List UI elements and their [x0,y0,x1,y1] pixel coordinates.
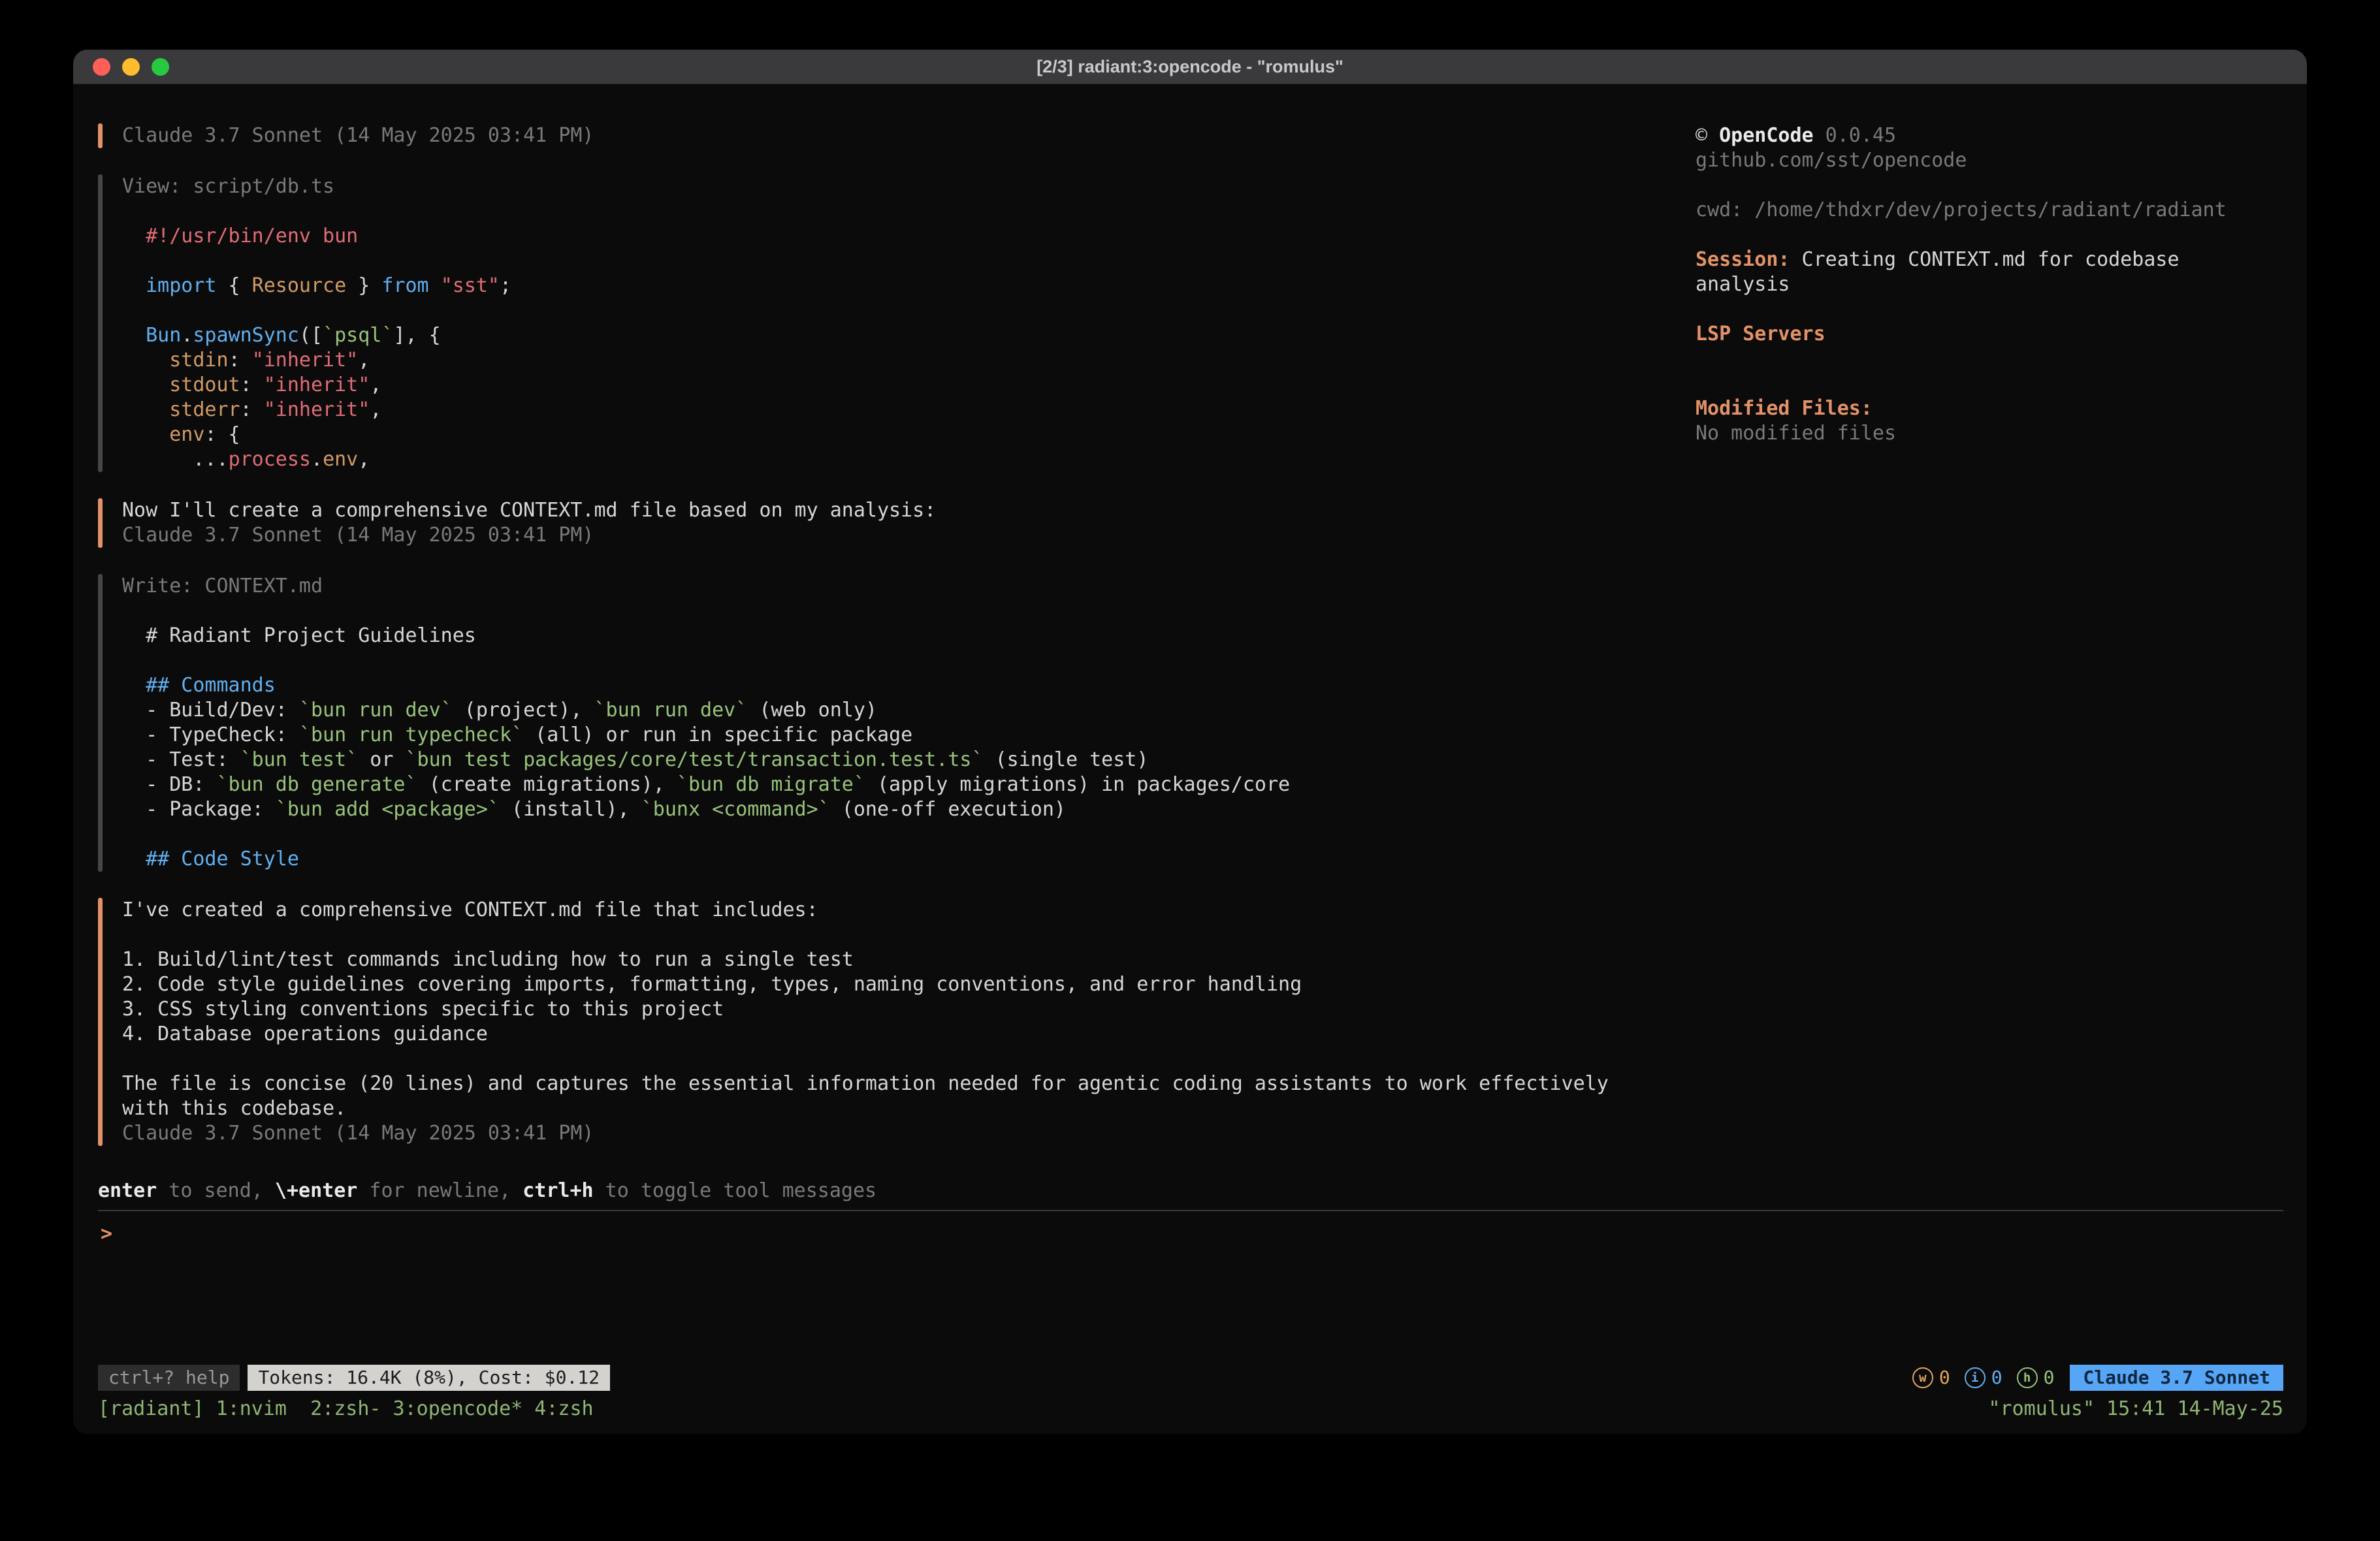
text-line: Session: Creating CONTEXT.md for codebas… [1696,247,2283,272]
text-line: import { Resource } from "sst"; [122,274,511,298]
text-line: ...process.env, [122,447,511,472]
tokens-cost-badge: Tokens: 16.4K (8%), Cost: $0.12 [248,1365,610,1391]
text-line: enter to send, \+enter for newline, ctrl… [98,1179,2283,1203]
terminal-window: [2/3] radiant:3:opencode - "romulus" Cla… [73,50,2307,1434]
text-line: 2. Code style guidelines covering import… [122,972,1609,997]
text-line: Claude 3.7 Sonnet (14 May 2025 03:41 PM) [122,1121,1609,1146]
status-left: ctrl+? help Tokens: 16.4K (8%), Cost: $0.… [98,1365,618,1391]
text-line [1696,372,2283,396]
text-line [1696,347,2283,372]
text-line: Write: CONTEXT.md [122,574,1290,599]
text-line: stdin: "inherit", [122,348,511,373]
message-accent-bar [98,123,103,148]
text-line: © OpenCode 0.0.45 [1696,123,2283,148]
window-titlebar[interactable]: [2/3] radiant:3:opencode - "romulus" [73,50,2307,84]
text-line [1696,223,2283,247]
close-button[interactable] [93,58,110,76]
text-line: - Build/Dev: `bun run dev` (project), `b… [122,698,1290,723]
text-line: Claude 3.7 Sonnet (14 May 2025 03:41 PM) [122,123,594,148]
message-accent-bar [98,898,103,1146]
message-block: I've created a comprehensive CONTEXT.md … [98,898,1696,1146]
text-line: The file is concise (20 lines) and captu… [122,1072,1609,1096]
text-line: - Package: `bun add <package>` (install)… [122,797,1290,822]
tmux-session-windows[interactable]: [radiant] 1:nvim 2:zsh- 3:opencode* 4:zs… [98,1397,594,1422]
hint-count-icon: h [2017,1367,2038,1388]
text-line: - Test: `bun test` or `bun test packages… [122,748,1290,772]
zoom-button[interactable] [152,58,169,76]
diagnostics: w0 i0 h0 [1912,1365,2055,1390]
text-line: Claude 3.7 Sonnet (14 May 2025 03:41 PM) [122,523,936,548]
text-line: Modified Files: [1696,396,2283,421]
text-line: Now I'll create a comprehensive CONTEXT.… [122,498,936,523]
traffic-lights [73,58,169,76]
text-line: View: script/db.ts [122,174,511,199]
message-block: Write: CONTEXT.md # Radiant Project Guid… [98,574,1696,872]
text-line: 1. Build/lint/test commands including ho… [122,947,1609,972]
text-line: ## Code Style [122,847,1290,872]
text-line [122,1047,1609,1072]
text-line: stderr: "inherit", [122,398,511,422]
text-line: github.com/sst/opencode [1696,148,2283,173]
message-block: Now I'll create a comprehensive CONTEXT.… [98,498,1696,548]
terminal-body[interactable]: Claude 3.7 Sonnet (14 May 2025 03:41 PM)… [73,84,2307,1434]
text-line [122,249,511,274]
tmux-status-bar: [radiant] 1:nvim 2:zsh- 3:opencode* 4:zs… [98,1395,2283,1423]
help-hint-badge: ctrl+? help [98,1365,240,1391]
text-line: LSP Servers [1696,322,2283,347]
info-count: i0 [1965,1365,2002,1390]
model-badge: Claude 3.7 Sonnet [2070,1365,2283,1391]
message-block: View: script/db.ts #!/usr/bin/env bun im… [98,174,1696,472]
warning-count-icon: w [1912,1367,1933,1388]
warning-count: w0 [1912,1365,1950,1390]
text-line: ## Commands [122,673,1290,698]
hint-count: h0 [2017,1365,2055,1390]
text-line [122,599,1290,624]
status-right: w0 i0 h0 Claude 3.7 Sonnet [1912,1365,2283,1391]
chat-area[interactable]: Claude 3.7 Sonnet (14 May 2025 03:41 PM)… [98,123,1696,1179]
message-accent-bar [98,174,103,472]
message-accent-bar [98,574,103,872]
text-line: with this codebase. [122,1096,1609,1121]
status-bar: ctrl+? help Tokens: 16.4K (8%), Cost: $0.… [98,1362,2283,1393]
session-sidebar: © OpenCode 0.0.45github.com/sst/opencode… [1696,123,2283,1179]
text-line [122,199,511,224]
text-line: 4. Database operations guidance [122,1022,1609,1047]
text-line: analysis [1696,272,2283,297]
text-line [122,822,1290,847]
text-line [1696,173,2283,198]
text-line [122,923,1609,947]
text-line: stdout: "inherit", [122,373,511,398]
prompt-caret: > [98,1222,112,1245]
text-line: Bun.spawnSync([`psql`], { [122,323,511,348]
window-title: [2/3] radiant:3:opencode - "romulus" [73,57,2307,77]
text-line: # Radiant Project Guidelines [122,624,1290,648]
text-line: - DB: `bun db generate` (create migratio… [122,772,1290,797]
text-line: cwd: /home/thdxr/dev/projects/radiant/ra… [1696,198,2283,223]
message-input[interactable]: > [98,1210,2283,1362]
tmux-host-clock: "romulus" 15:41 14-May-25 [1988,1397,2283,1422]
content-row: Claude 3.7 Sonnet (14 May 2025 03:41 PM)… [98,123,2283,1179]
text-line [122,648,1290,673]
text-line [1696,297,2283,322]
info-count-icon: i [1965,1367,1986,1388]
minimize-button[interactable] [122,58,140,76]
text-line: env: { [122,422,511,447]
text-line: 3. CSS styling conventions specific to t… [122,997,1609,1022]
text-line: No modified files [1696,421,2283,446]
text-line [122,298,511,323]
help-line: enter to send, \+enter for newline, ctrl… [98,1179,2283,1203]
text-line: - TypeCheck: `bun run typecheck` (all) o… [122,723,1290,748]
text-line: #!/usr/bin/env bun [122,224,511,249]
message-block: Claude 3.7 Sonnet (14 May 2025 03:41 PM) [98,123,1696,148]
text-line: I've created a comprehensive CONTEXT.md … [122,898,1609,923]
message-accent-bar [98,498,103,548]
